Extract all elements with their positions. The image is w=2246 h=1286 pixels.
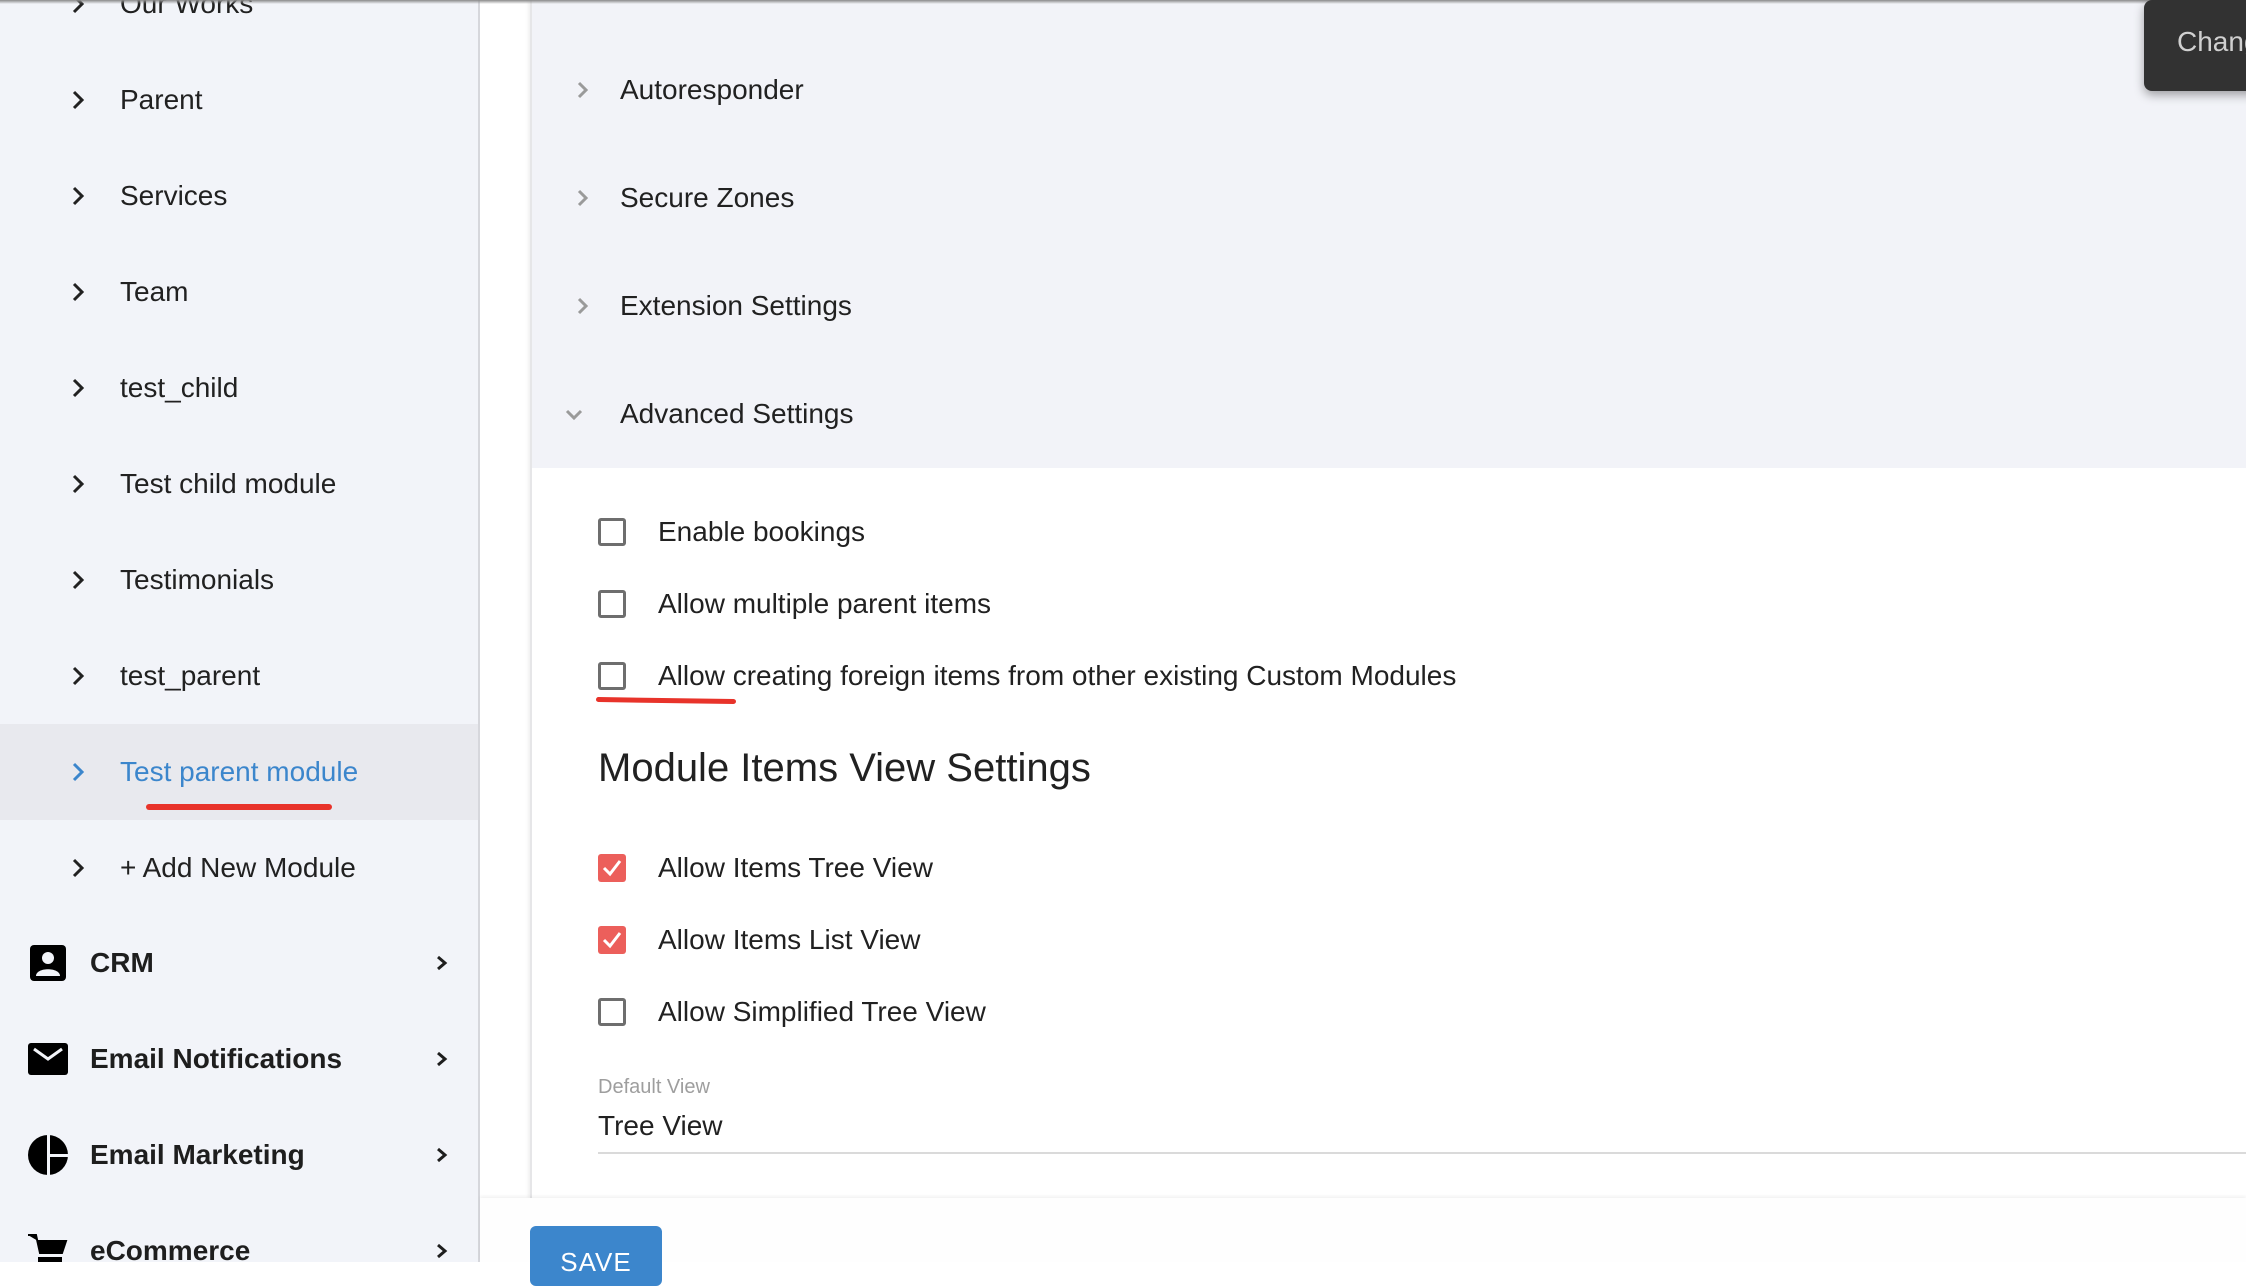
sidebar-item-label: Email Marketing	[90, 1139, 305, 1170]
checkbox-label: Allow Items Tree View	[658, 852, 933, 883]
chevron-right-icon	[72, 282, 85, 302]
footer-bar: SAVE	[480, 1198, 2246, 1286]
default-view-label: Default View	[598, 1076, 710, 1098]
sidebar-subitem-test-child[interactable]: test_child	[0, 340, 478, 436]
accordion-label: Autoresponder	[620, 74, 804, 105]
accordion-advanced-settings[interactable]: Advanced Settings	[532, 360, 2246, 468]
checkbox-checked[interactable]	[598, 854, 626, 882]
view-settings-title: Module Items View Settings	[598, 746, 1091, 790]
annotation-underline	[146, 804, 332, 810]
checkbox[interactable]	[598, 998, 626, 1026]
chevron-right-icon	[72, 378, 85, 398]
annotation-underline	[595, 697, 737, 704]
checkbox-label: Allow multiple parent items	[658, 588, 992, 619]
checkbox[interactable]	[598, 518, 626, 546]
chevron-right-icon	[72, 858, 85, 878]
accordion-extension-settings[interactable]: Extension Settings	[532, 252, 2246, 360]
toast-notification: Changes saved	[2144, 0, 2246, 91]
cart-icon	[28, 1234, 68, 1262]
module-settings-panel: Autoresponder Secure Zones Extension Set…	[530, 0, 2246, 1198]
chevron-right-icon	[577, 189, 589, 207]
sidebar-item-crm[interactable]: CRM	[0, 915, 478, 1011]
checkbox-allow-simplified-tree-view[interactable]: Allow Simplified Tree View	[598, 992, 986, 1032]
checkbox-allow-items-list-view[interactable]: Allow Items List View	[598, 920, 920, 960]
sidebar-subitem-label: + Add New Module	[120, 852, 356, 883]
checkbox-label: Enable bookings	[658, 516, 866, 547]
envelope-icon	[28, 1043, 68, 1075]
sidebar-subitem-team[interactable]: Team	[0, 244, 478, 340]
sidebar-subitem-parent[interactable]: Parent	[0, 52, 478, 148]
sidebar-subitem-label: Services	[120, 180, 228, 211]
sidebar-subitem-services[interactable]: Services	[0, 148, 478, 244]
contact-card-icon	[30, 945, 66, 981]
chevron-right-icon	[577, 81, 589, 99]
pie-chart-icon	[28, 1135, 68, 1175]
checkbox-enable-bookings[interactable]: Enable bookings	[598, 512, 865, 552]
save-button[interactable]: SAVE	[530, 1226, 662, 1286]
sidebar: Our Works Parent Services Team test_chil…	[0, 0, 480, 1262]
sidebar-subitem-our-works[interactable]: Our Works	[0, 0, 478, 52]
chevron-right-icon	[72, 186, 85, 206]
sidebar-subitem-test-parent[interactable]: test_parent	[0, 628, 478, 724]
checkbox[interactable]	[598, 662, 626, 690]
chevron-right-icon	[437, 1243, 448, 1259]
checkbox-allow-foreign-items[interactable]: Allow creating foreign items from other …	[598, 656, 1456, 696]
content-gutter	[480, 0, 530, 1198]
accordion-secure-zones[interactable]: Secure Zones	[532, 144, 2246, 252]
checkbox-label: Allow Simplified Tree View	[658, 996, 986, 1027]
sidebar-item-label: Email Notifications	[90, 1043, 343, 1074]
chevron-right-icon	[72, 474, 85, 494]
sidebar-item-ecommerce[interactable]: eCommerce	[0, 1203, 478, 1262]
chevron-right-icon	[72, 90, 85, 110]
chevron-right-icon	[437, 955, 448, 971]
checkmark-icon	[602, 932, 622, 949]
chevron-right-icon	[72, 762, 85, 782]
sidebar-subitem-label: Test parent module	[120, 756, 359, 787]
chevron-right-icon	[437, 1147, 448, 1163]
sidebar-subitem-testimonials[interactable]: Testimonials	[0, 532, 478, 628]
sidebar-item-email-notifications[interactable]: Email Notifications	[0, 1011, 478, 1107]
chevron-right-icon	[437, 1051, 448, 1067]
checkbox[interactable]	[598, 590, 626, 618]
top-bar-shadow	[0, 0, 2246, 4]
checkbox-checked[interactable]	[598, 926, 626, 954]
checkbox-label: Allow Items List View	[658, 924, 921, 955]
checkbox-label: Allow creating foreign items from other …	[658, 660, 1457, 691]
checkmark-icon	[602, 860, 622, 877]
sidebar-subitem-label: Testimonials	[120, 564, 275, 595]
default-view-select[interactable]: Tree View	[598, 1110, 723, 1142]
sidebar-subitem-test-child-module[interactable]: Test child module	[0, 436, 478, 532]
accordion-label: Advanced Settings	[620, 398, 854, 429]
accordion-label: Secure Zones	[620, 182, 795, 213]
sidebar-subitem-label: Parent	[120, 84, 203, 115]
toast-text: Changes saved	[2177, 26, 2246, 57]
sidebar-subitem-add-new-module[interactable]: + Add New Module	[0, 820, 478, 916]
chevron-right-icon	[72, 666, 85, 686]
chevron-down-icon	[565, 409, 583, 421]
sidebar-subitem-label: Team	[120, 276, 189, 307]
chevron-right-icon	[72, 570, 85, 590]
sidebar-subitem-label: test_parent	[120, 660, 261, 691]
sidebar-subitem-test-parent-module[interactable]: Test parent module	[0, 724, 478, 820]
accordion-label: Extension Settings	[620, 290, 852, 321]
checkbox-allow-items-tree-view[interactable]: Allow Items Tree View	[598, 848, 933, 888]
sidebar-subitem-label: test_child	[120, 372, 239, 403]
chevron-right-icon	[577, 297, 589, 315]
accordion-autoresponder[interactable]: Autoresponder	[532, 36, 2246, 144]
sidebar-item-email-marketing[interactable]: Email Marketing	[0, 1107, 478, 1203]
sidebar-item-label: eCommerce	[90, 1235, 251, 1262]
sidebar-item-label: CRM	[90, 947, 154, 978]
sidebar-subitem-label: Test child module	[120, 468, 337, 499]
checkbox-allow-multiple-parent-items[interactable]: Allow multiple parent items	[598, 584, 991, 624]
default-view-underline	[598, 1152, 2246, 1154]
